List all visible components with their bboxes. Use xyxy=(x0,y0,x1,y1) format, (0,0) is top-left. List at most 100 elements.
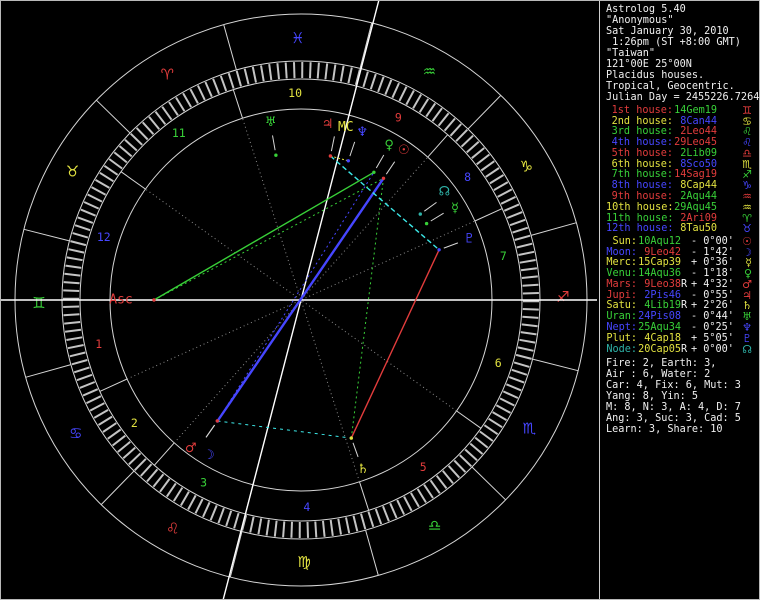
planet-value: 10Aqu12 xyxy=(638,235,681,247)
degree-tick xyxy=(82,388,99,397)
degree-tick xyxy=(284,62,288,79)
house-label: 5th house: xyxy=(611,147,673,159)
house-value: 2Lib09 xyxy=(680,147,717,159)
jupiter-pointer xyxy=(330,136,335,152)
planet-label: Merc: xyxy=(606,257,637,269)
house-row: 4th house: 29Leo45 ♌ xyxy=(606,136,758,149)
house-row: 1st house: 14Gem19 ♊ xyxy=(606,104,758,117)
house-label: 12th house: xyxy=(606,223,674,235)
degree-tick xyxy=(133,458,147,471)
degree-tick xyxy=(479,430,494,442)
degree-tick xyxy=(69,351,86,358)
degree-tick xyxy=(108,158,123,170)
degree-tick xyxy=(83,201,100,210)
saturn-pointer xyxy=(352,442,359,458)
degree-tick xyxy=(464,448,478,461)
degree-tick xyxy=(495,404,511,414)
planet-row: Satu: 4Lib19 R + 2°26' ♄ xyxy=(606,299,758,312)
planet-value: 14Aqu36 xyxy=(638,268,681,280)
degree-tick xyxy=(337,518,342,535)
house-number: 6 xyxy=(495,356,502,370)
degree-tick xyxy=(369,73,377,90)
house-divider xyxy=(456,410,482,429)
degree-tick xyxy=(442,470,454,484)
degree-tick xyxy=(148,116,160,130)
degree-tick xyxy=(189,88,199,104)
uranus-pointer xyxy=(272,135,276,151)
degree-tick xyxy=(172,487,184,502)
stats-line: Yang: 8, Yin: 5 xyxy=(606,391,699,402)
neptune-degree-dot xyxy=(346,159,350,163)
north-node-icon: ☊ xyxy=(742,342,752,356)
degree-tick xyxy=(396,499,406,515)
degree-tick xyxy=(488,417,503,429)
mercury-pointer xyxy=(430,212,444,222)
degree-tick xyxy=(290,521,293,538)
sun-degree-dot xyxy=(381,176,386,180)
degree-tick xyxy=(502,390,519,399)
planet-velocity: + 5°05' xyxy=(691,332,734,344)
planet-row: Moon: 9Leo42- 1°42' ☽ xyxy=(606,246,758,259)
degree-tick xyxy=(93,409,109,419)
degree-tick xyxy=(89,402,105,412)
planet-label: Mars: xyxy=(606,278,637,290)
degree-tick xyxy=(282,521,286,538)
degree-tick xyxy=(423,484,434,499)
house-row: 5th house: 2Lib09 ♎ xyxy=(606,147,758,160)
degree-tick xyxy=(235,70,242,87)
degree-tick xyxy=(140,463,153,477)
saturn-square-pluto-aspect-line xyxy=(350,249,440,439)
house-value: 2Leo44 xyxy=(680,126,717,138)
house-label: 7th house: xyxy=(611,169,673,181)
degree-tick xyxy=(485,167,500,178)
degree-tick xyxy=(194,498,204,514)
sign-divider xyxy=(223,24,237,71)
taurus-icon: ♉ xyxy=(742,222,752,236)
degree-tick xyxy=(522,283,539,287)
capricorn-icon: ♑ xyxy=(520,157,533,175)
degree-tick xyxy=(63,289,80,292)
planet-velocity: - 0°44' xyxy=(691,311,734,323)
header-line: Tropical, Geocentric. xyxy=(606,81,735,92)
house-number: 4 xyxy=(303,500,310,514)
degree-tick xyxy=(435,475,448,490)
degree-tick xyxy=(476,153,491,166)
leo-icon: ♌ xyxy=(166,519,179,537)
degree-tick xyxy=(66,256,83,262)
sign-divider xyxy=(100,470,135,505)
jupiter-degree-dot xyxy=(328,154,333,158)
degree-tick xyxy=(117,441,131,453)
planet-value: 25Aqu34 xyxy=(638,322,681,334)
degree-tick xyxy=(73,366,90,374)
house-value: 8Cap44 xyxy=(680,180,717,192)
header-line: "Taiwan" xyxy=(606,48,656,59)
sign-divider xyxy=(229,531,243,578)
degree-tick xyxy=(103,164,119,176)
house-number: 2 xyxy=(131,416,138,430)
degree-tick xyxy=(398,86,408,102)
degree-tick xyxy=(497,188,513,198)
degree-tick xyxy=(322,520,326,537)
degree-tick xyxy=(122,446,136,460)
house-value: 8Tau50 xyxy=(680,223,717,235)
degree-tick xyxy=(480,160,495,172)
degree-tick xyxy=(95,179,110,189)
sagittarius-icon: ♐ xyxy=(556,288,569,306)
planet-row: Jupi: 2Pis46- 0°55' ♃ xyxy=(606,289,758,302)
stats-line: Fire: 2, Earth: 3, xyxy=(606,358,717,369)
degree-tick xyxy=(517,346,534,352)
saturn-degree-dot xyxy=(349,436,353,440)
chart-statistics: Fire: 2, Earth: 3, Air : 6, Water: 2 Car: … xyxy=(606,358,758,435)
degree-tick xyxy=(521,323,538,328)
planet-row: Mars: 9Leo38 R + 4°32' ♂ xyxy=(606,278,758,291)
degree-tick xyxy=(219,75,228,92)
degree-tick xyxy=(76,373,93,382)
degree-tick xyxy=(74,224,91,232)
house-label: 3rd house: xyxy=(611,126,673,138)
degree-tick xyxy=(493,181,509,191)
house-row: 2nd house: 8Can44 ♋ xyxy=(606,115,758,128)
degree-tick xyxy=(416,488,427,504)
degree-tick xyxy=(79,381,96,389)
scorpio-icon: ♏ xyxy=(523,419,537,437)
degree-tick xyxy=(154,110,167,125)
